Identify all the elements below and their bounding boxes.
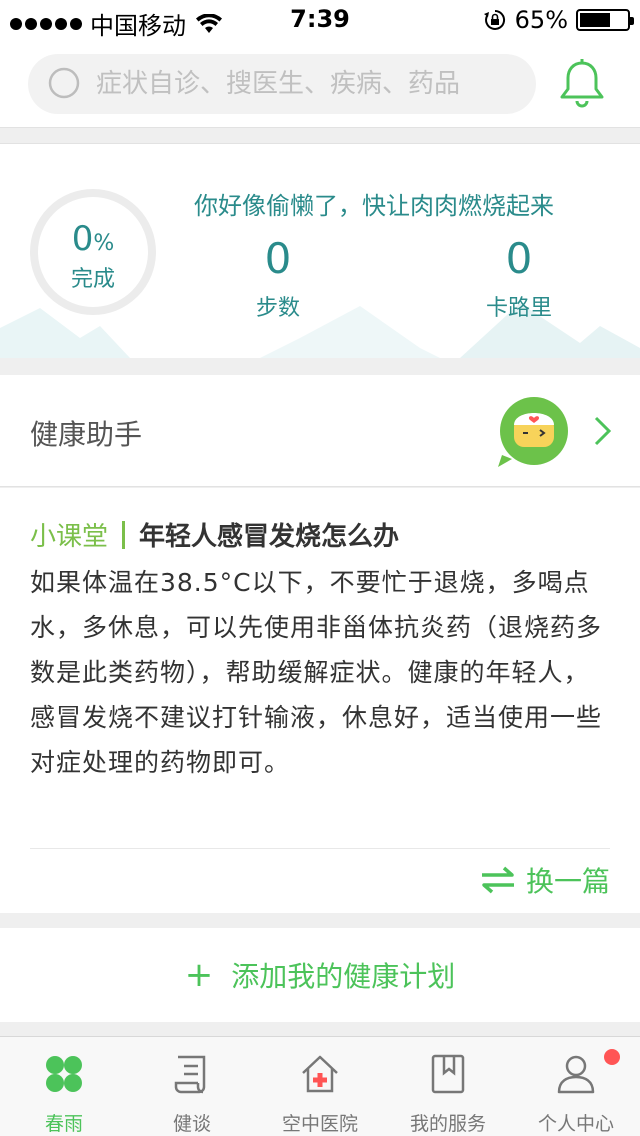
person-icon (557, 1055, 595, 1094)
tab-jiantan[interactable]: 健谈 (128, 1037, 256, 1136)
search-icon (48, 67, 80, 99)
lesson-separator (122, 520, 126, 549)
lesson-body: 如果体温在38.5°C以下，不要忙于退烧，多喝点水，多休息，可以先使用非甾体抗炎… (30, 568, 603, 777)
status-right: 65% (483, 6, 634, 34)
battery-percent: 65% (514, 6, 568, 34)
assistant-title: 健康助手 (30, 418, 143, 451)
calories-label: 卡路里 (485, 296, 552, 321)
progress-percent: 0% (71, 219, 115, 259)
motivation-message: 你好像偷懒了，快让肉肉燃烧起来 (194, 192, 554, 220)
search-header (0, 40, 640, 128)
bell-icon[interactable] (556, 58, 608, 110)
divider (30, 848, 610, 849)
tab-label: 春雨 (44, 1113, 83, 1135)
assistant-avatar-icon (498, 397, 568, 467)
scroll-icon (174, 1055, 206, 1094)
tab-services[interactable]: 我的服务 (384, 1037, 512, 1136)
steps-value: 0 (264, 234, 292, 283)
add-plan-label: 添加我的健康计划 (231, 960, 456, 993)
add-health-plan-button[interactable]: + 添加我的健康计划 (0, 928, 640, 1022)
chevron-right-icon (594, 416, 612, 446)
swap-label: 换一篇 (525, 865, 610, 898)
steps-card[interactable]: 0% 完成 你好像偷懒了，快让肉肉燃烧起来 0 步数 0 卡路里 (0, 143, 640, 358)
health-assistant-row[interactable]: 健康助手 (0, 375, 640, 487)
tab-chunyu[interactable]: 春雨 (0, 1037, 128, 1136)
calories-value: 0 (505, 234, 533, 283)
lesson-title[interactable]: 年轻人感冒发烧怎么办 (139, 516, 399, 553)
steps-label: 步数 (255, 296, 300, 321)
swap-icon (481, 866, 514, 894)
calories-stat: 0 卡路里 (439, 236, 599, 322)
progress-label: 完成 (70, 267, 115, 292)
hospital-icon (302, 1055, 338, 1093)
plus-icon: + (184, 955, 214, 995)
battery-icon (576, 9, 634, 31)
tab-label: 个人中心 (537, 1113, 614, 1135)
search-bar[interactable] (28, 54, 536, 114)
lesson-tag: 小课堂 (30, 522, 109, 552)
status-bar: 中国移动 7:39 65% (0, 0, 640, 40)
book-icon (431, 1054, 465, 1094)
tab-bar: 春雨 健谈 空中医院 我的服务 个人中心 (0, 1036, 640, 1136)
battery-fill (580, 13, 610, 27)
lesson-card: 小课堂 年轻人感冒发烧怎么办 如果体温在38.5°C以下，不要忙于退烧，多喝点水… (0, 488, 640, 913)
tab-label: 健谈 (172, 1113, 211, 1135)
tab-label: 空中医院 (281, 1113, 358, 1135)
tab-profile[interactable]: 个人中心 (512, 1037, 640, 1136)
steps-stat: 0 步数 (198, 236, 358, 322)
notification-dot (604, 1049, 620, 1065)
progress-ring: 0% 完成 (30, 189, 156, 315)
clover-icon (46, 1056, 82, 1092)
swap-article-button[interactable]: 换一篇 (480, 860, 610, 900)
lesson-header: 小课堂 年轻人感冒发烧怎么办 (30, 516, 399, 553)
tab-hospital[interactable]: 空中医院 (256, 1037, 384, 1136)
rotation-lock-icon (483, 9, 505, 30)
search-input[interactable] (96, 69, 496, 99)
tab-label: 我的服务 (409, 1113, 486, 1135)
